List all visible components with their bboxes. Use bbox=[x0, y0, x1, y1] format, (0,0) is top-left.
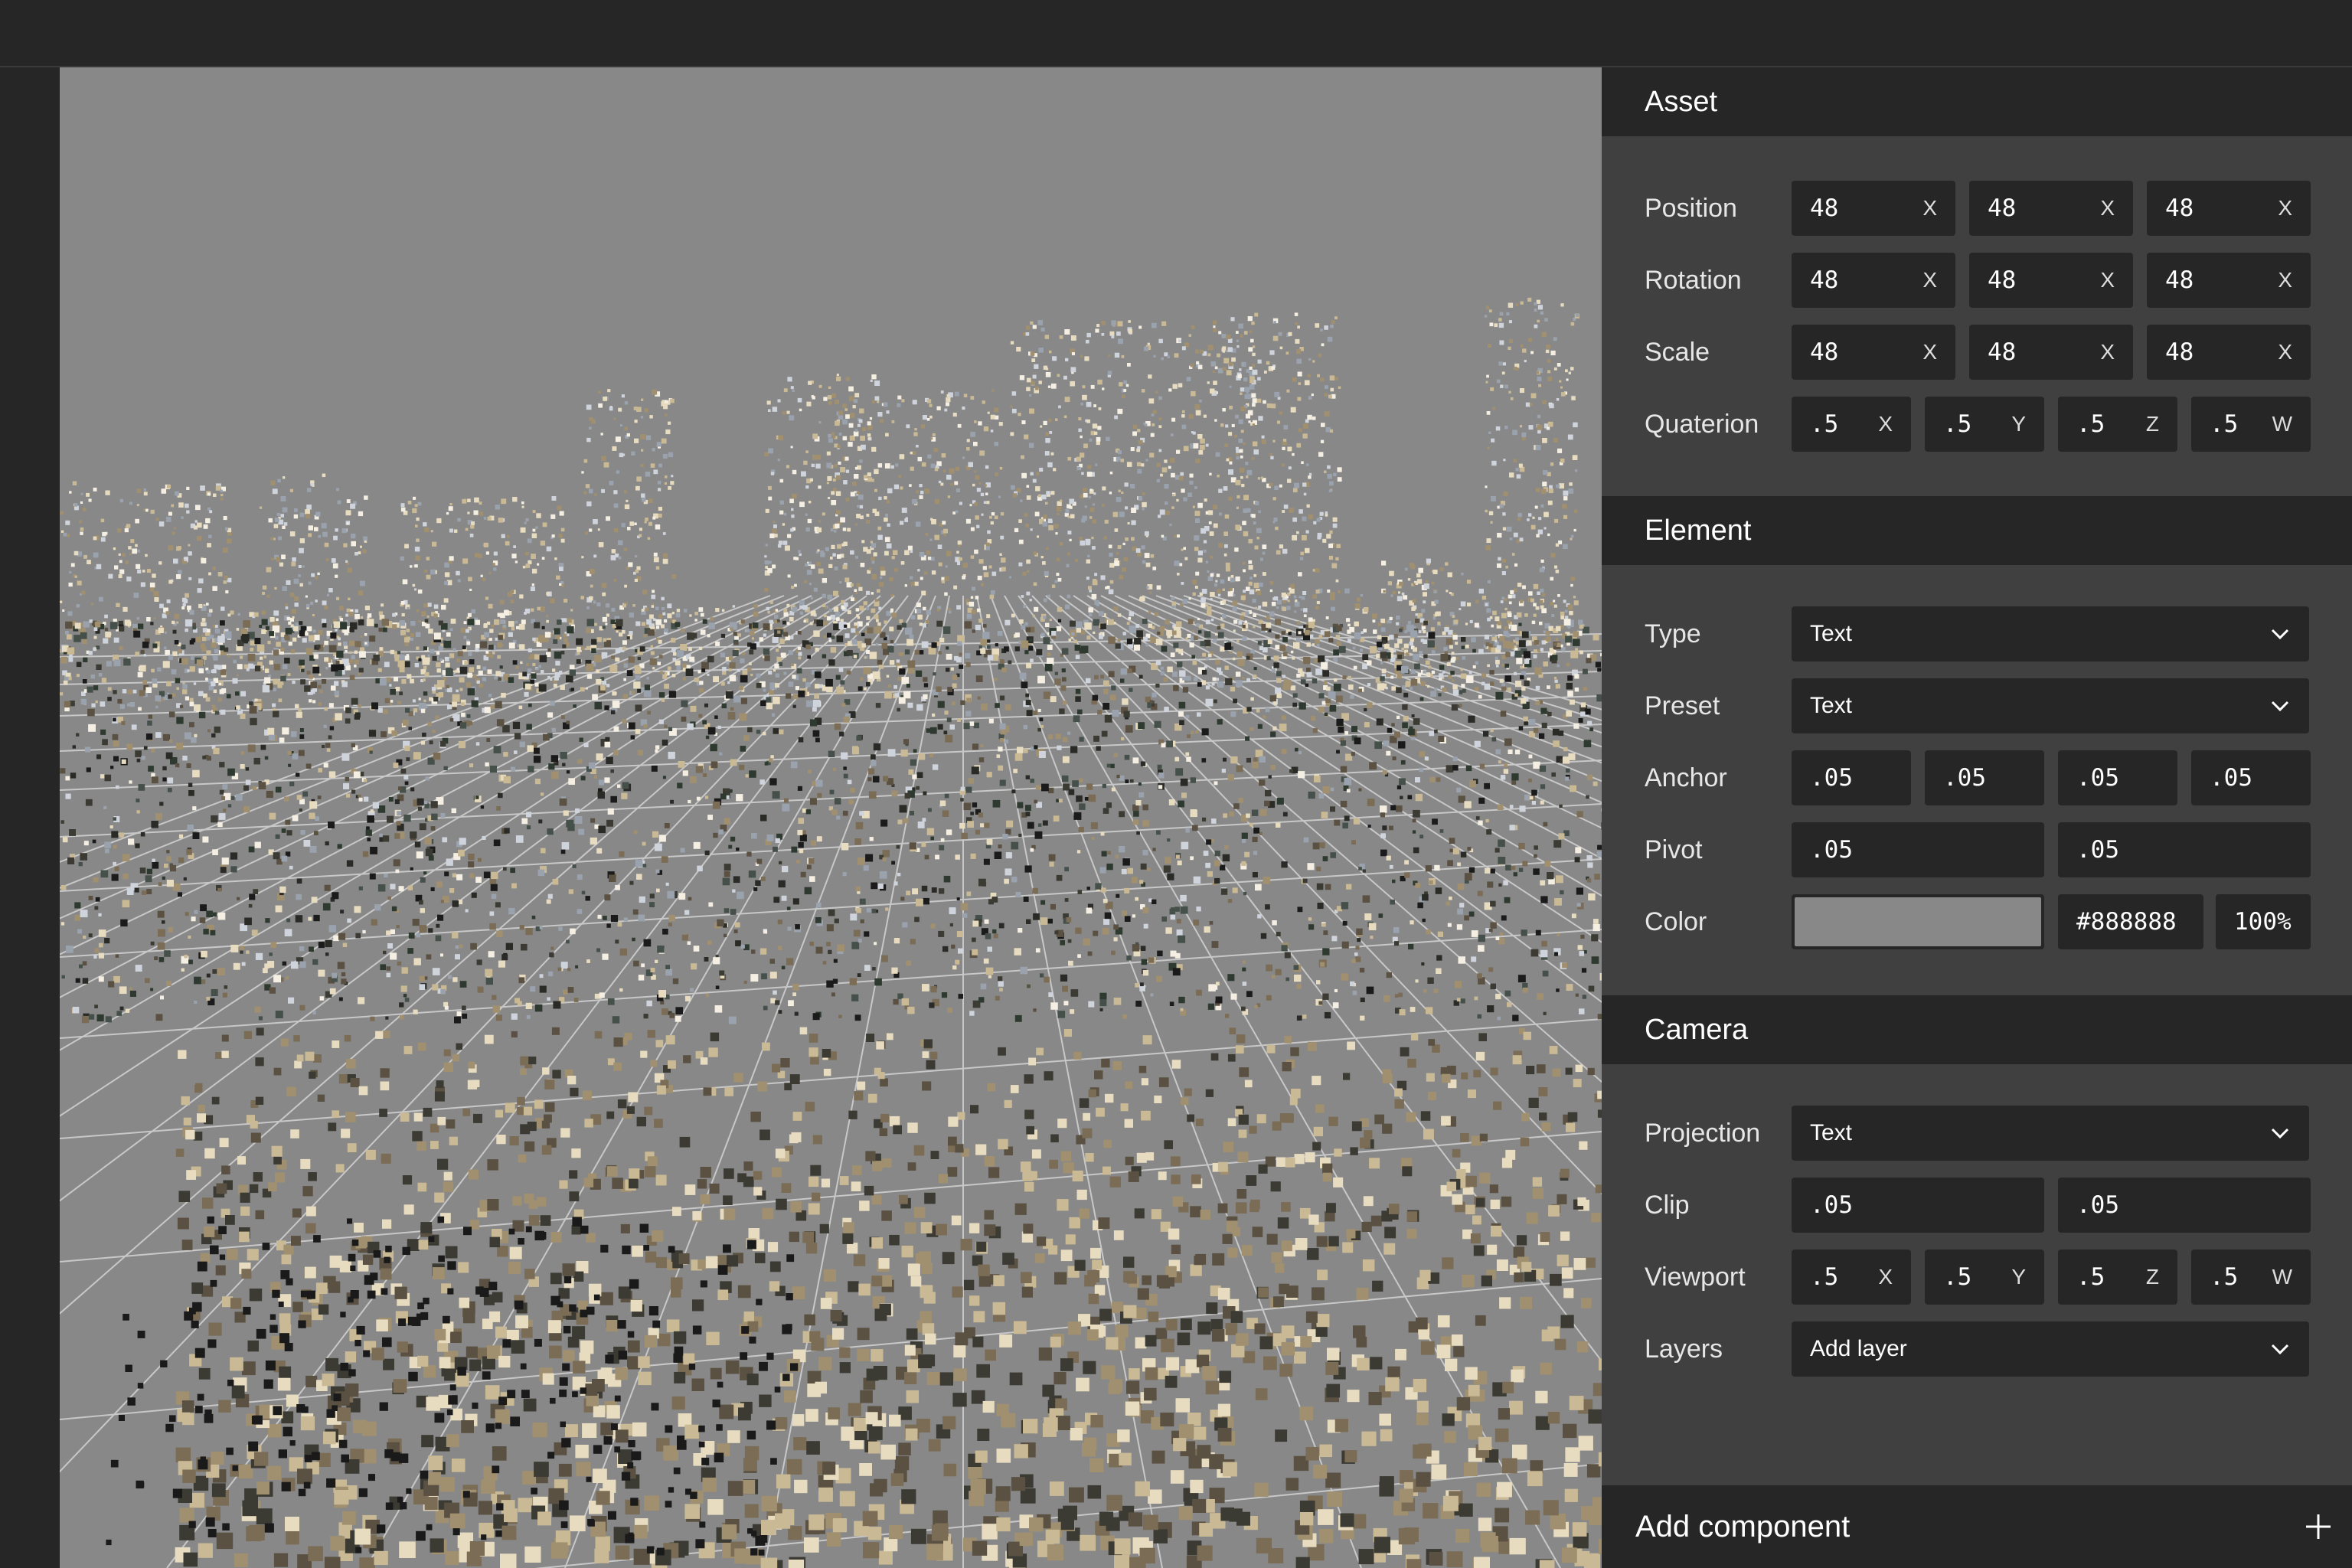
camera-section-header[interactable]: Camera bbox=[1602, 995, 2352, 1064]
quaternion-w-field[interactable]: .5 W bbox=[2191, 397, 2311, 452]
color-label: Color bbox=[1645, 907, 1707, 936]
viewport-x-field[interactable]: .5 X bbox=[1792, 1250, 1911, 1305]
top-bar bbox=[0, 0, 2352, 67]
pivot-y-field[interactable]: .05 bbox=[2058, 822, 2311, 877]
rotation-x-field[interactable]: 48 X bbox=[1792, 253, 1955, 308]
element-title: Element bbox=[1645, 514, 1752, 547]
color-swatch-fill bbox=[1795, 897, 2041, 946]
position-z-field[interactable]: 48 X bbox=[2147, 181, 2311, 236]
color-swatch[interactable] bbox=[1792, 894, 2044, 949]
anchor-label: Anchor bbox=[1645, 763, 1727, 792]
scale-label: Scale bbox=[1645, 338, 1710, 367]
anchor-field-4[interactable]: .05 bbox=[2191, 750, 2311, 805]
point-cloud-canvas[interactable] bbox=[60, 67, 1602, 1568]
viewport-label: Viewport bbox=[1645, 1263, 1746, 1292]
chevron-down-icon bbox=[2271, 1128, 2289, 1139]
scale-z-field[interactable]: 48 X bbox=[2147, 325, 2311, 380]
clip-near-field[interactable]: .05 bbox=[1792, 1178, 2044, 1233]
chevron-down-icon bbox=[2271, 1344, 2289, 1355]
pivot-x-field[interactable]: .05 bbox=[1792, 822, 2044, 877]
preset-select[interactable]: Text bbox=[1792, 678, 2309, 733]
type-label: Type bbox=[1645, 619, 1701, 648]
color-hex-field[interactable]: #888888 bbox=[2058, 894, 2203, 949]
anchor-field-1[interactable]: .05 bbox=[1792, 750, 1911, 805]
chevron-down-icon bbox=[2271, 701, 2289, 712]
scene-viewport[interactable] bbox=[60, 67, 1602, 1568]
scale-y-field[interactable]: 48 X bbox=[1969, 325, 2133, 380]
plus-icon bbox=[2306, 1514, 2331, 1539]
add-component-button[interactable]: Add component bbox=[1602, 1485, 2352, 1568]
type-select[interactable]: Text bbox=[1792, 606, 2309, 662]
quaternion-label: Quaterion bbox=[1645, 410, 1759, 439]
layers-label: Layers bbox=[1645, 1334, 1723, 1364]
left-toolbar-strip bbox=[0, 67, 60, 1568]
quaternion-z-field[interactable]: .5 Z bbox=[2058, 397, 2177, 452]
quaternion-x-field[interactable]: .5 X bbox=[1792, 397, 1911, 452]
viewport-y-field[interactable]: .5 Y bbox=[1925, 1250, 2044, 1305]
quaternion-y-field[interactable]: .5 Y bbox=[1925, 397, 2044, 452]
layers-select[interactable]: Add layer bbox=[1792, 1321, 2309, 1377]
viewport-w-field[interactable]: .5 W bbox=[2191, 1250, 2311, 1305]
camera-title: Camera bbox=[1645, 1014, 1749, 1046]
anchor-field-2[interactable]: .05 bbox=[1925, 750, 2044, 805]
chevron-down-icon bbox=[2271, 629, 2289, 640]
position-label: Position bbox=[1645, 194, 1737, 223]
preset-label: Preset bbox=[1645, 691, 1720, 720]
element-section-header[interactable]: Element bbox=[1602, 496, 2352, 565]
rotation-z-field[interactable]: 48 X bbox=[2147, 253, 2311, 308]
inspector-panel: Asset Position 48 X 48 X 48 X Rotation 48 X … bbox=[1602, 67, 2352, 1568]
position-x-field[interactable]: 48 X bbox=[1792, 181, 1955, 236]
projection-label: Projection bbox=[1645, 1119, 1761, 1148]
add-component-label: Add component bbox=[1635, 1510, 1851, 1544]
position-y-field[interactable]: 48 X bbox=[1969, 181, 2133, 236]
asset-section-header[interactable]: Asset bbox=[1602, 67, 2352, 136]
scale-x-field[interactable]: 48 X bbox=[1792, 325, 1955, 380]
color-opacity-field[interactable]: 100% bbox=[2216, 894, 2311, 949]
rotation-label: Rotation bbox=[1645, 266, 1742, 295]
rotation-y-field[interactable]: 48 X bbox=[1969, 253, 2133, 308]
asset-title: Asset bbox=[1645, 86, 1718, 118]
pivot-label: Pivot bbox=[1645, 835, 1703, 864]
anchor-field-3[interactable]: .05 bbox=[2058, 750, 2177, 805]
viewport-z-field[interactable]: .5 Z bbox=[2058, 1250, 2177, 1305]
clip-far-field[interactable]: .05 bbox=[2058, 1178, 2311, 1233]
projection-select[interactable]: Text bbox=[1792, 1106, 2309, 1161]
clip-label: Clip bbox=[1645, 1191, 1690, 1220]
